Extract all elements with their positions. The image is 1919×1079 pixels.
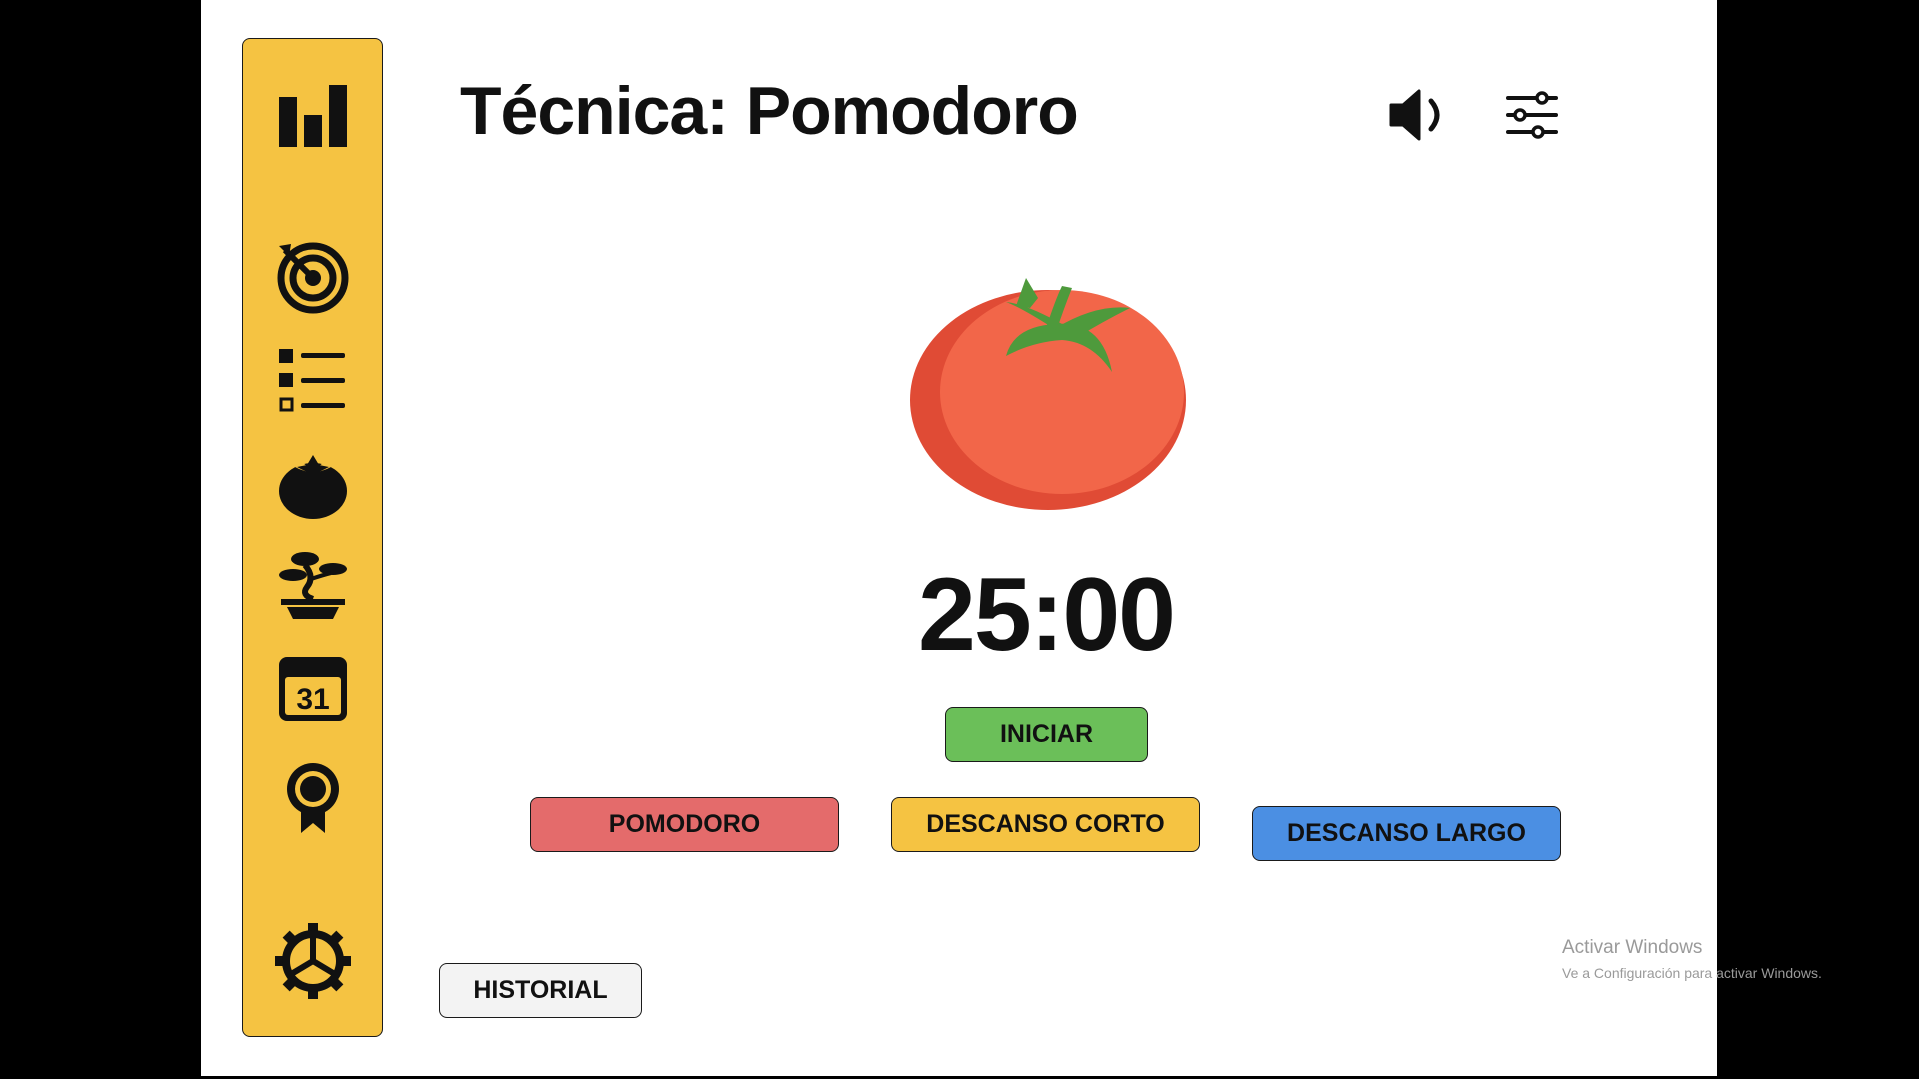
sidebar-item-goals[interactable] [273,236,353,316]
sidebar-item-pomodoro[interactable] [273,443,353,523]
short-break-button[interactable]: DESCANSO CORTO [891,797,1200,852]
sliders-icon [1506,91,1558,139]
page-title: Técnica: Pomodoro [460,73,1079,149]
watermark-title: Activar Windows [1562,937,1703,958]
start-button[interactable]: INICIAR [945,707,1148,762]
award-ribbon-icon [287,763,339,833]
sidebar-item-calendar[interactable]: 31 [273,649,353,729]
tomato-icon [279,455,347,519]
app-window: 31 Técnica: Pomodoro 25:00 INICIAR POMOD… [201,0,1717,1076]
watermark-subtitle: Ve a Configuración para activar Windows. [1562,965,1822,981]
sidebar-item-settings[interactable] [273,921,353,1001]
sidebar-item-achievements[interactable] [273,757,353,837]
bar-chart-icon [279,85,347,147]
task-list-icon [279,349,345,412]
bonsai-icon [279,552,347,619]
windows-activation-watermark: Activar Windows Ve a Configuración para … [1562,937,1822,981]
pomodoro-mode-button[interactable]: POMODORO [530,797,839,852]
long-break-button[interactable]: DESCANSO LARGO [1252,806,1561,861]
timer-display: 25:00 [918,557,1176,673]
target-icon [277,242,349,314]
sidebar-item-bonsai[interactable] [273,545,353,625]
gear-icon [275,923,351,999]
history-button[interactable]: HISTORIAL [439,963,642,1018]
calendar-icon: 31 [279,657,347,721]
sound-toggle-button[interactable] [1385,82,1451,148]
speaker-volume-icon [1389,89,1440,141]
sidebar-item-tasks[interactable] [273,341,353,421]
settings-sliders-button[interactable] [1499,82,1565,148]
tomato-illustration [910,278,1186,510]
calendar-day-text: 31 [296,683,329,716]
sidebar-item-stats[interactable] [273,75,353,155]
sidebar: 31 [242,38,383,1037]
